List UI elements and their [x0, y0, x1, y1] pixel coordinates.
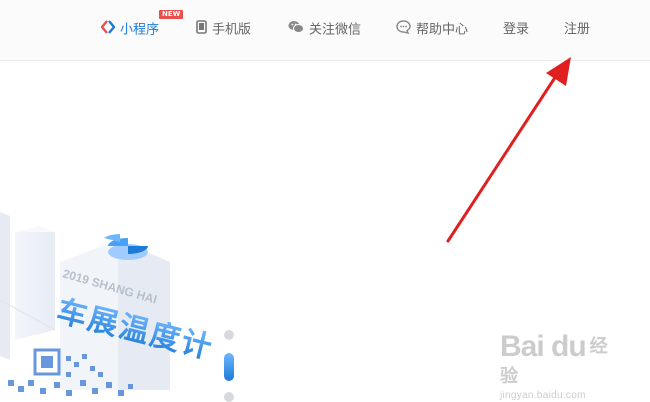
carousel-dot[interactable]: [224, 392, 234, 402]
carousel-dot-active[interactable]: [224, 353, 234, 381]
nav-help-center-label: 帮助中心: [416, 22, 469, 38]
nav-help-center[interactable]: 帮助中心: [396, 20, 468, 40]
baidu-jingyan-watermark: Bai du 经验 jingyan.baidu.com: [500, 330, 620, 402]
carousel-indicator: [224, 330, 234, 402]
panel-shape: [15, 232, 55, 340]
nav-follow-wechat[interactable]: 关注微信: [288, 20, 361, 40]
watermark-logo: Bai du: [500, 330, 587, 363]
carousel-dot[interactable]: [224, 330, 234, 340]
phone-icon: [196, 20, 207, 41]
register-link[interactable]: 注册: [564, 20, 590, 40]
new-badge: NEW: [159, 10, 184, 19]
login-label: 登录: [503, 22, 530, 37]
help-chat-icon: [396, 20, 411, 41]
nav-mini-program[interactable]: 小程序 NEW: [100, 10, 184, 41]
register-label: 注册: [564, 22, 591, 37]
nav-mobile-version[interactable]: 手机版: [196, 20, 251, 40]
watermark-url: jingyan.baidu.com: [500, 390, 586, 401]
wechat-icon: [288, 20, 304, 41]
top-nav-bar: 小程序 NEW 手机版 关注微信 帮助中心 登录 注册: [0, 0, 650, 61]
mini-program-icon: [100, 20, 116, 41]
login-link[interactable]: 登录: [503, 20, 529, 40]
pillar-shape: [0, 212, 10, 360]
nav-mobile-version-label: 手机版: [212, 22, 252, 38]
nav-mini-program-label: 小程序: [120, 22, 160, 38]
nav-follow-wechat-label: 关注微信: [309, 22, 362, 38]
